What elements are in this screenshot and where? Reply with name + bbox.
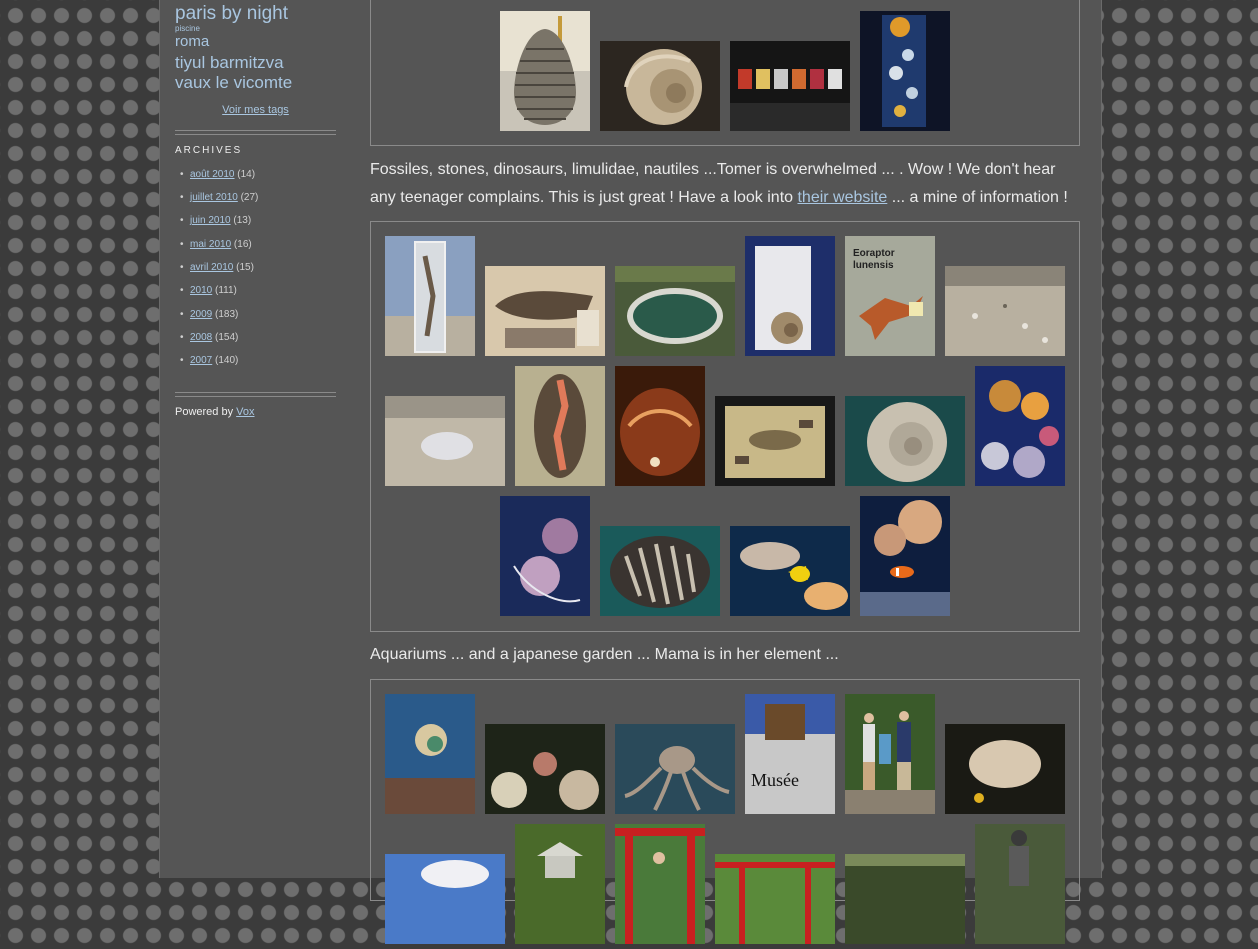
post-paragraph-2: Aquariums ... and a japanese garden ... … [370,646,839,663]
photo-thumbnail-coral-1[interactable] [975,366,1065,491]
their-website-link[interactable]: their website [797,189,887,206]
archive-link-juillet-2010[interactable]: juillet 2010 [190,192,238,203]
sidebar: paris by night piscine roma tiyul barmit… [175,0,336,418]
sidebar-divider [175,129,336,135]
archive-item: • août 2010 (14) [180,168,256,180]
archives-list: • août 2010 (14) • juillet 2010 (27) • juin… [175,163,336,373]
photo-thumbnail-garden-lantern[interactable] [515,824,605,949]
archive-link-2007[interactable]: 2007 [190,355,212,366]
photo-gallery-1 [370,0,1080,146]
photo-thumbnail-ammonite-teal[interactable] [845,396,965,491]
archive-item: • 2007 (140) [180,355,239,367]
vox-link[interactable]: Vox [236,406,254,418]
archive-item: • mai 2010 (16) [180,238,252,250]
archives-heading: ARCHIVES [175,144,243,156]
photo-thumbnail-limulus-sand[interactable] [385,396,505,491]
photo-thumbnail-reef[interactable] [485,724,605,819]
photo-thumbnail-eoraptor[interactable]: Eoraptor lunensis [845,236,935,361]
photo-thumbnail-coral-brain[interactable] [945,724,1065,819]
photo-thumbnail-clownfish[interactable] [860,496,950,621]
tag-link-paris-by-night[interactable]: paris by night [175,4,336,24]
photo-thumbnail-family[interactable] [845,694,935,819]
archive-link-mai-2010[interactable]: mai 2010 [190,239,231,250]
photo-thumbnail-glass-tube[interactable] [385,236,475,361]
archive-link-2009[interactable]: 2009 [190,309,212,320]
tag-link-vaux-le-vicomte[interactable]: vaux le vicomte [175,74,336,92]
photo-thumbnail-exhibit-wall[interactable] [730,41,850,136]
photo-thumbnail-ammonite[interactable] [600,41,720,136]
photo-gallery-2: Eoraptor lunensis [370,221,1080,632]
archive-link-2008[interactable]: 2008 [190,332,212,343]
photo-thumbnail-torii-gate[interactable] [715,854,835,949]
archive-link-avril-2010[interactable]: avril 2010 [190,262,233,273]
photo-thumbnail-stone-egg[interactable] [500,11,590,136]
page-container: paris by night piscine roma tiyul barmit… [159,0,1102,944]
archive-item: • juillet 2010 (27) [180,192,259,204]
powered-by: Powered by Vox [175,406,255,419]
post-paragraph-1: Fossiles, stones, dinosaurs, limulidae, … [370,161,1068,206]
photo-thumbnail-fossil-case[interactable] [715,396,835,491]
photo-thumbnail-garden-path[interactable] [845,854,965,949]
photo-thumbnail-musee-sign[interactable]: Musée [745,694,835,819]
photo-thumbnail-round-vitrine[interactable] [615,366,705,491]
photo-gallery-3: Musée [370,679,1080,944]
photo-thumbnail-torii-red[interactable] [615,824,705,949]
tag-link-roma[interactable]: roma [175,34,336,50]
eoraptor-sign-text: Eoraptor lunensis [853,248,895,271]
photo-thumbnail-octopus[interactable] [615,724,735,819]
musee-sign-text: Musée [751,770,799,790]
photo-thumbnail-statue[interactable] [975,824,1065,949]
photo-thumbnail-pool[interactable] [615,266,735,361]
photo-thumbnail-sky[interactable] [385,854,505,949]
photo-thumbnail-blue-panel[interactable] [860,11,950,136]
archive-link-juin-2010[interactable]: juin 2010 [190,215,231,226]
archive-item: • juin 2010 (13) [180,215,252,227]
photo-thumbnail-sand-1[interactable] [945,266,1065,361]
photo-thumbnail-coral-blue[interactable] [500,496,590,621]
archive-item: • 2010 (111) [180,285,237,297]
archive-item: • avril 2010 (15) [180,261,254,273]
archive-item: • 2009 (183) [180,308,239,320]
photo-thumbnail-whale-skeleton[interactable] [485,266,605,361]
photo-thumbnail-fossil-plate[interactable] [600,526,720,621]
photo-thumbnail-jar-specimen[interactable] [515,366,605,491]
photo-thumbnail-ammonite-display[interactable] [745,236,835,361]
tag-cloud: paris by night piscine roma tiyul barmit… [175,4,336,92]
see-all-tags-link[interactable]: Voir mes tags [175,104,336,116]
tag-link-tiyul-barmitzva[interactable]: tiyul barmitzva [175,54,336,72]
archive-item: • 2008 (154) [180,331,239,343]
archive-link-2010[interactable]: 2010 [190,285,212,296]
archive-link-aout-2010[interactable]: août 2010 [190,169,235,180]
sidebar-divider [175,392,336,398]
photo-thumbnail-yellow-fish[interactable] [730,526,850,621]
photo-thumbnail-anemone[interactable] [385,694,475,819]
